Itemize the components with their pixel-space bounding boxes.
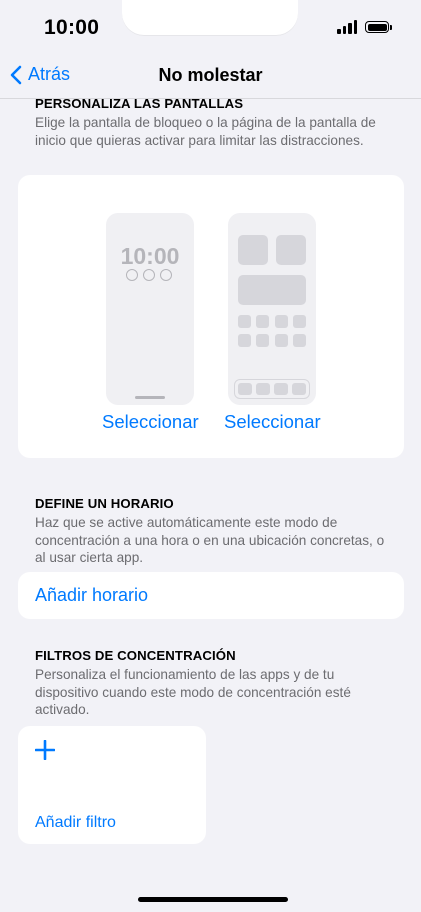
lock-screen-preview[interactable]: 10:00 xyxy=(106,213,194,405)
app-icon-placeholder xyxy=(256,315,269,328)
dock-placeholder xyxy=(234,379,310,399)
home-indicator xyxy=(138,897,288,902)
app-icon-placeholder xyxy=(293,334,306,347)
select-home-screen-button[interactable]: Seleccionar xyxy=(224,411,321,433)
cellular-signal-icon xyxy=(337,20,357,34)
add-filter-button[interactable]: Añadir filtro xyxy=(35,814,116,832)
app-icon-placeholder xyxy=(238,334,251,347)
app-icon-placeholder xyxy=(293,315,306,328)
app-widget-placeholder xyxy=(276,235,306,265)
add-schedule-button[interactable]: Añadir horario xyxy=(35,585,148,606)
add-schedule-card[interactable]: Añadir horario xyxy=(18,572,404,619)
lock-preview-homebar xyxy=(135,396,165,399)
battery-icon xyxy=(365,21,392,33)
lock-preview-widgets xyxy=(126,269,172,281)
home-screen-preview[interactable] xyxy=(228,213,316,405)
plus-icon xyxy=(35,740,55,760)
filters-section-header: FILTROS DE CONCENTRACIÓN xyxy=(35,648,236,663)
status-time: 10:00 xyxy=(44,16,100,39)
screens-section-header: PERSONALIZA LAS PANTALLAS xyxy=(35,96,244,111)
select-lock-screen-button[interactable]: Seleccionar xyxy=(102,411,199,433)
status-icons xyxy=(337,20,392,34)
schedule-section-header: DEFINE UN HORARIO xyxy=(35,496,174,511)
lock-preview-time: 10:00 xyxy=(120,243,180,269)
phone-screen: 10:00 Atrás No molestar PERSONALIZA LAS … xyxy=(0,0,421,912)
app-icon-placeholder xyxy=(275,334,288,347)
page-title: No molestar xyxy=(158,65,263,85)
app-icon-placeholder xyxy=(275,315,288,328)
screens-card: 10:00 Seleccionar Seleccionar xyxy=(18,175,404,458)
filters-section-description: Personaliza el funcionamiento de las app… xyxy=(35,667,351,717)
app-icon-placeholder xyxy=(256,334,269,347)
schedule-section-description: Haz que se active automáticamente este m… xyxy=(35,515,385,565)
app-icon-placeholder xyxy=(238,315,251,328)
add-filter-card[interactable]: Añadir filtro xyxy=(18,726,206,844)
notch xyxy=(122,0,298,36)
wide-widget-placeholder xyxy=(238,275,306,305)
app-widget-placeholder xyxy=(238,235,268,265)
screens-section-description: Elige la pantalla de bloqueo o la página… xyxy=(35,115,376,148)
navigation-bar: Atrás No molestar xyxy=(0,56,421,99)
